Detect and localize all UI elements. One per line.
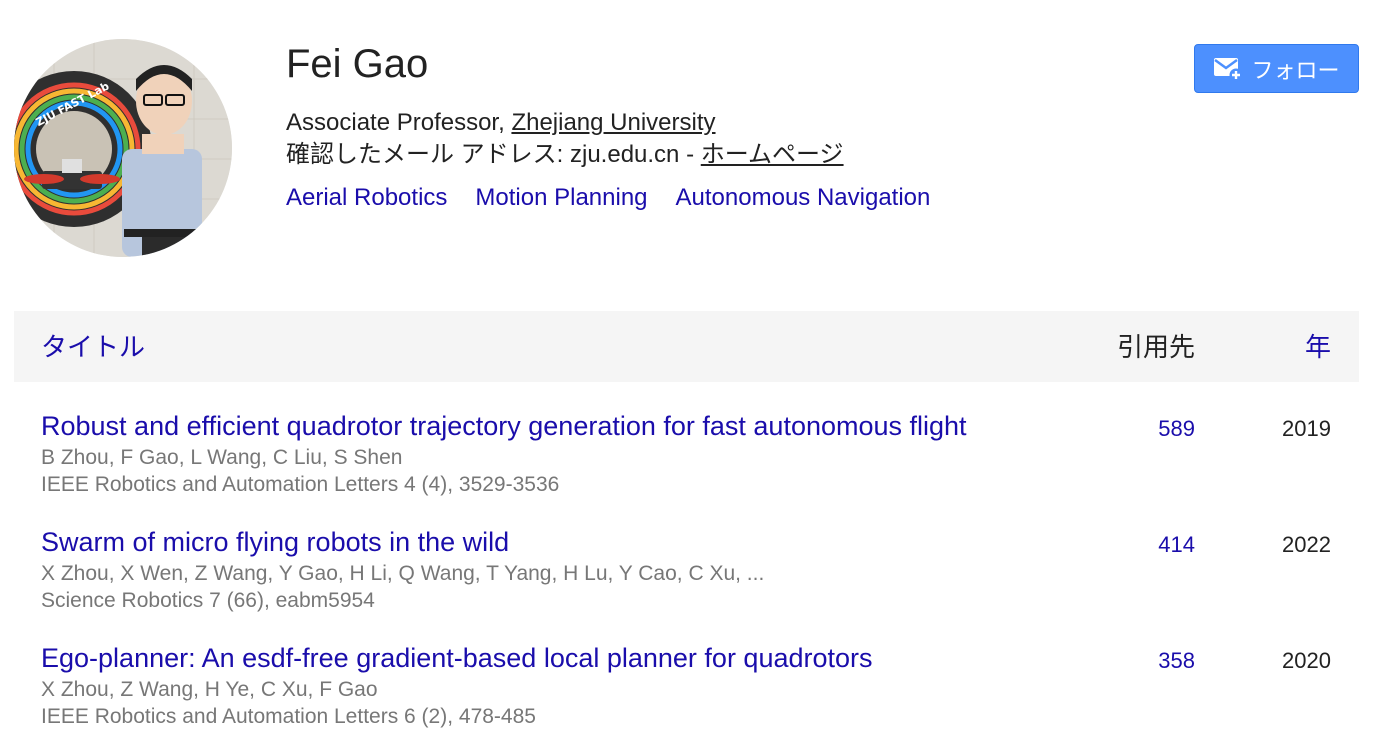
- sort-by-year-header[interactable]: 年: [1305, 330, 1331, 364]
- avatar-photo: ZJU FAST Lab: [14, 39, 232, 257]
- interest-link[interactable]: Motion Planning: [475, 184, 647, 211]
- position-text: Associate Professor,: [286, 109, 512, 136]
- table-row: Robust and efficient quadrotor trajector…: [14, 405, 1359, 521]
- verified-email-text: 確認したメール アドレス: zju.edu.cn -: [286, 141, 701, 168]
- follow-label: フォロー: [1251, 57, 1340, 83]
- article-venue: Science Robotics 7 (66), eabm5954: [41, 589, 375, 612]
- interest-link[interactable]: Autonomous Navigation: [676, 184, 931, 211]
- article-title-link[interactable]: Swarm of micro flying robots in the wild: [41, 525, 509, 559]
- table-row: Ego-planner: An esdf-free gradient-based…: [14, 637, 1359, 734]
- article-venue: IEEE Robotics and Automation Letters 4 (…: [41, 473, 560, 496]
- sort-by-title-header[interactable]: タイトル: [41, 330, 145, 364]
- profile-name: Fei Gao: [286, 42, 429, 86]
- research-interests: Aerial Robotics Motion Planning Autonomous…: [286, 182, 958, 214]
- cited-by-link[interactable]: 589: [1158, 415, 1195, 443]
- article-authors: X Zhou, X Wen, Z Wang, Y Gao, H Li, Q Wa…: [41, 562, 765, 585]
- article-authors: X Zhou, Z Wang, H Ye, C Xu, F Gao: [41, 678, 378, 701]
- article-venue: IEEE Robotics and Automation Letters 6 (…: [41, 705, 536, 728]
- scholar-profile-page: ZJU FAST Lab Fei Gao Associate Professor…: [0, 0, 1400, 734]
- verified-email-line: 確認したメール アドレス: zju.edu.cn - ホームページ: [286, 139, 844, 171]
- mail-plus-icon: [1213, 56, 1243, 82]
- profile-affiliation: Associate Professor, Zhejiang University: [286, 107, 716, 139]
- institution-link[interactable]: Zhejiang University: [511, 109, 715, 136]
- profile-avatar: ZJU FAST Lab: [14, 39, 232, 257]
- homepage-link[interactable]: ホームページ: [701, 141, 844, 168]
- articles-table-header: タイトル 引用先 年: [14, 311, 1359, 382]
- article-year: 2022: [1282, 532, 1331, 557]
- articles-list: Robust and efficient quadrotor trajector…: [14, 405, 1359, 734]
- article-year: 2020: [1282, 648, 1331, 673]
- cited-by-link[interactable]: 414: [1158, 531, 1195, 559]
- article-title-link[interactable]: Robust and efficient quadrotor trajector…: [41, 409, 967, 443]
- follow-button[interactable]: フォロー: [1194, 44, 1359, 93]
- cited-by-header: 引用先: [1116, 332, 1195, 362]
- article-year: 2019: [1282, 416, 1331, 441]
- article-title-link[interactable]: Ego-planner: An esdf-free gradient-based…: [41, 641, 873, 675]
- table-row: Swarm of micro flying robots in the wild…: [14, 521, 1359, 637]
- article-authors: B Zhou, F Gao, L Wang, C Liu, S Shen: [41, 446, 403, 469]
- interest-link[interactable]: Aerial Robotics: [286, 184, 447, 211]
- cited-by-link[interactable]: 358: [1158, 647, 1195, 675]
